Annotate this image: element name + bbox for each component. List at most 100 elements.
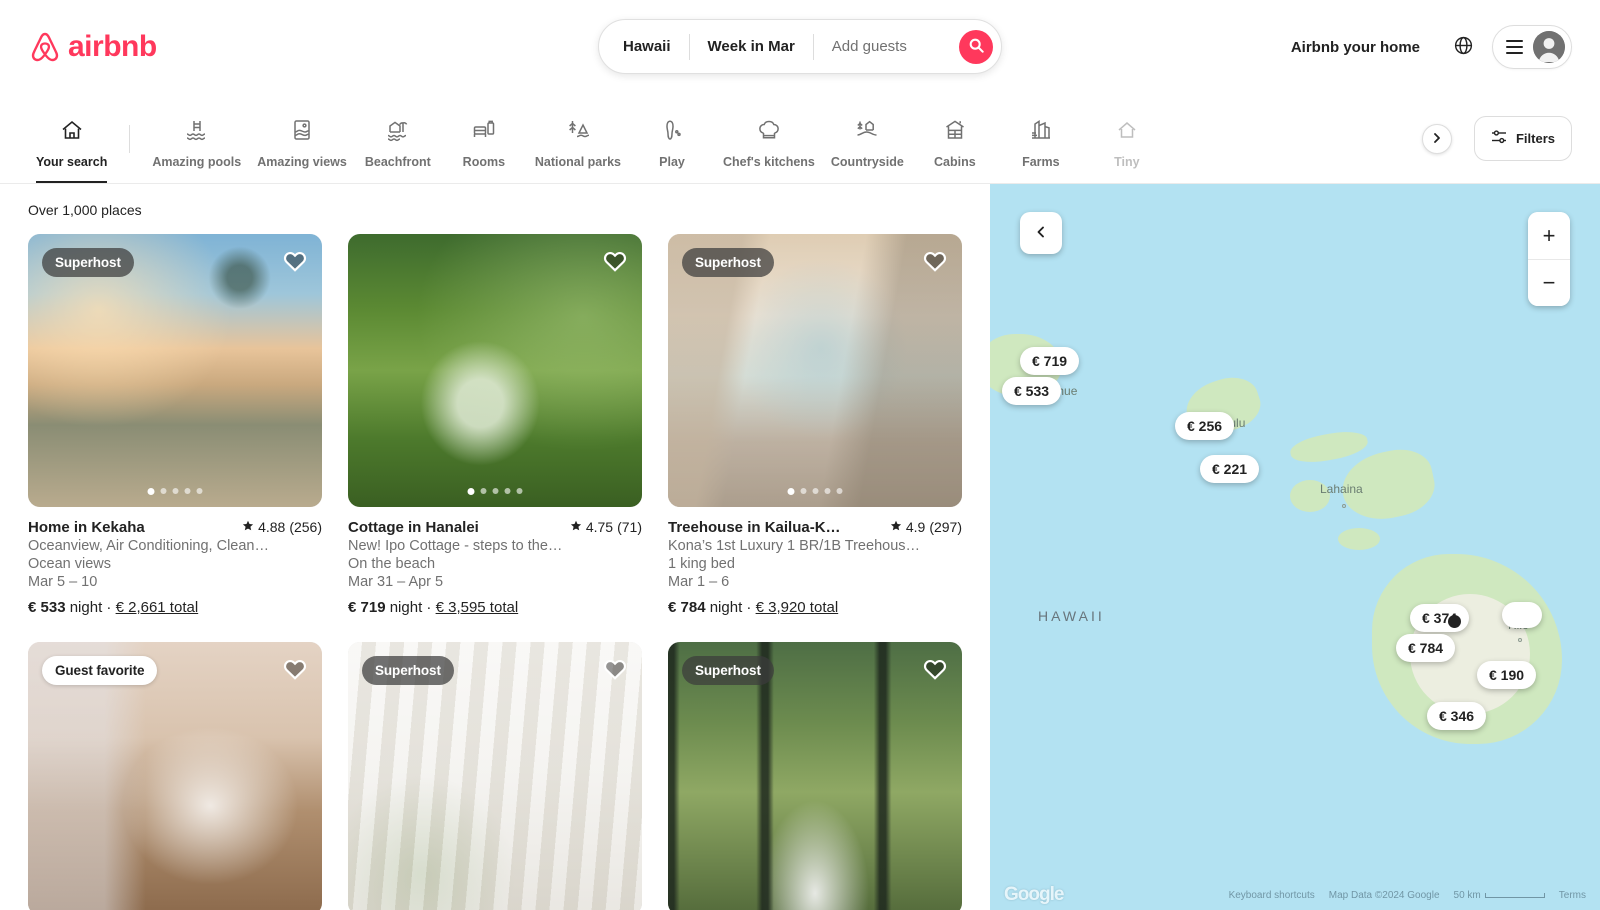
listing-price-night: € 784 <box>668 599 706 616</box>
listings-grid: Superhost Home in Kekaha 4.88 (256) Ocea… <box>28 234 962 910</box>
category-rooms[interactable]: Rooms <box>441 94 527 183</box>
listing-card[interactable]: Cottage in Hanalei 4.75 (71) New! Ipo Co… <box>348 234 642 616</box>
listing-card[interactable]: Guest favorite <box>28 642 322 910</box>
favorite-heart-icon[interactable] <box>922 248 948 274</box>
listing-price: € 533 night · € 2,661 total <box>28 599 199 616</box>
category-chefs-kitchens[interactable]: Chef's kitchens <box>715 94 823 183</box>
listing-header: Cottage in Hanalei 4.75 (71) <box>348 519 642 536</box>
category-cabins[interactable]: Cabins <box>912 94 998 183</box>
listing-price-total[interactable]: € 2,661 total <box>116 599 199 616</box>
category-farms[interactable]: Farms <box>998 94 1084 183</box>
search-guests[interactable]: Add guests <box>814 20 925 73</box>
map-region-label: HAWAII <box>1038 608 1105 624</box>
category-label: Farms <box>1022 155 1060 169</box>
airbnb-logo[interactable]: airbnb <box>28 29 157 65</box>
language-globe-button[interactable] <box>1442 26 1484 68</box>
map-zoom-in-button[interactable]: + <box>1528 212 1570 259</box>
airbnb-logo-text: airbnb <box>68 30 157 63</box>
listing-photo[interactable]: Superhost <box>668 234 962 507</box>
listing-card[interactable]: Superhost Treehouse in Kailua-K… 4.9 (29… <box>668 234 962 616</box>
favorite-heart-icon[interactable] <box>282 656 308 682</box>
map-selected-marker[interactable] <box>1448 615 1461 628</box>
category-beachfront[interactable]: Beachfront <box>355 94 441 183</box>
search-submit-button[interactable] <box>959 29 993 64</box>
favorite-heart-icon[interactable] <box>282 248 308 274</box>
map-price-pin[interactable]: € 346 <box>1427 702 1487 730</box>
user-avatar-icon <box>1533 31 1565 63</box>
category-your-search[interactable]: Your search <box>28 94 115 183</box>
search-dates[interactable]: Week in Mar <box>690 20 813 73</box>
profile-menu-button[interactable] <box>1492 25 1572 69</box>
search-icon <box>969 38 984 56</box>
chef-hat-icon <box>757 118 781 147</box>
photo-carousel-dots[interactable] <box>147 488 203 495</box>
category-countryside[interactable]: Countryside <box>823 94 912 183</box>
map-price-pin[interactable]: € 190 <box>1477 661 1537 689</box>
listing-detail: On the beach <box>348 556 436 572</box>
listing-badge: Superhost <box>682 656 774 685</box>
favorite-heart-icon[interactable] <box>602 248 628 274</box>
listing-badge: Guest favorite <box>42 656 158 685</box>
favorite-heart-icon[interactable] <box>602 656 628 682</box>
map-zoom-out-button[interactable]: − <box>1528 259 1570 306</box>
map-keyboard-shortcuts[interactable]: Keyboard shortcuts <box>1229 890 1315 901</box>
search-bar[interactable]: Hawaii Week in Mar Add guests <box>598 19 1002 74</box>
favorite-heart-icon[interactable] <box>922 656 948 682</box>
listing-price-total[interactable]: € 3,920 total <box>756 599 839 616</box>
category-tiny[interactable]: Tiny <box>1084 94 1170 183</box>
map-panel[interactable]: Lihue Honolulu Lahaina Hilo HAWAII € 719… <box>990 184 1600 910</box>
listing-photo[interactable]: Superhost <box>348 642 642 910</box>
map-scale: 50 km <box>1454 890 1545 901</box>
star-icon <box>570 519 582 535</box>
map-price-pin[interactable]: € 719 <box>1020 347 1080 375</box>
listing-photo[interactable]: Guest favorite <box>28 642 322 910</box>
listing-card[interactable]: Superhost <box>348 642 642 910</box>
listing-card[interactable]: Superhost Home in Kekaha 4.88 (256) Ocea… <box>28 234 322 616</box>
map-terms-link[interactable]: Terms <box>1559 890 1586 901</box>
chevron-right-icon <box>1432 131 1442 146</box>
filters-button[interactable]: Filters <box>1473 116 1572 161</box>
listing-price-night: € 533 <box>28 599 66 616</box>
listing-photo[interactable]: Superhost <box>668 642 962 910</box>
listing-price-night-suffix: night <box>389 599 423 616</box>
category-amazing-views[interactable]: Amazing views <box>249 94 355 183</box>
listing-price-total[interactable]: € 3,595 total <box>436 599 519 616</box>
category-amazing-pools[interactable]: Amazing pools <box>144 94 249 183</box>
listing-price: € 719 night · € 3,595 total <box>348 599 519 616</box>
listing-photo[interactable]: Superhost <box>28 234 322 507</box>
airbnb-search-page: airbnb Hawaii Week in Mar Add guests Air… <box>0 0 1600 910</box>
listing-subtitle: Kona’s 1st Luxury 1 BR/1B Treehous… <box>668 538 921 554</box>
category-label: Rooms <box>462 155 506 169</box>
photo-carousel-dots[interactable] <box>787 488 843 495</box>
map-collapse-button[interactable] <box>1020 212 1062 254</box>
star-icon <box>242 519 254 535</box>
map-price-pin[interactable]: € 256 <box>1175 412 1235 440</box>
cabin-icon <box>943 118 967 147</box>
listing-rating: 4.75 (71) <box>570 519 642 535</box>
listing-subtitle: Oceanview, Air Conditioning, Clean… <box>28 538 269 554</box>
category-national-parks[interactable]: National parks <box>527 94 629 183</box>
listing-review-count: (297) <box>929 519 962 535</box>
category-next-button[interactable] <box>1421 123 1452 154</box>
map-price-pin-empty[interactable] <box>1502 602 1542 628</box>
listing-header: Treehouse in Kailua-K… 4.9 (297) <box>668 519 962 536</box>
category-scroller[interactable]: Your search Amazing pools Amazing views … <box>28 94 1440 183</box>
listing-card[interactable]: Superhost <box>668 642 962 910</box>
map-price-pin[interactable]: € 784 <box>1396 634 1456 675</box>
category-play[interactable]: Play <box>629 94 715 183</box>
listing-detail: 1 king bed <box>668 556 735 572</box>
listing-detail: Ocean views <box>28 556 112 572</box>
listing-badge: Superhost <box>42 248 134 277</box>
category-label: Play <box>659 155 685 169</box>
listing-dates: Mar 1 – 6 <box>668 574 730 590</box>
photo-carousel-dots[interactable] <box>467 488 523 495</box>
island-molokai <box>1288 427 1370 467</box>
listing-title: Treehouse in Kailua-K… <box>668 519 841 536</box>
airbnb-your-home-link[interactable]: Airbnb your home <box>1277 27 1434 68</box>
map-scale-line <box>1484 892 1545 898</box>
listing-title: Cottage in Hanalei <box>348 519 479 536</box>
map-price-pin[interactable]: € 221 <box>1200 455 1260 483</box>
search-location[interactable]: Hawaii <box>599 20 689 73</box>
map-price-pin[interactable]: € 533 <box>1002 377 1062 405</box>
listing-photo[interactable] <box>348 234 642 507</box>
